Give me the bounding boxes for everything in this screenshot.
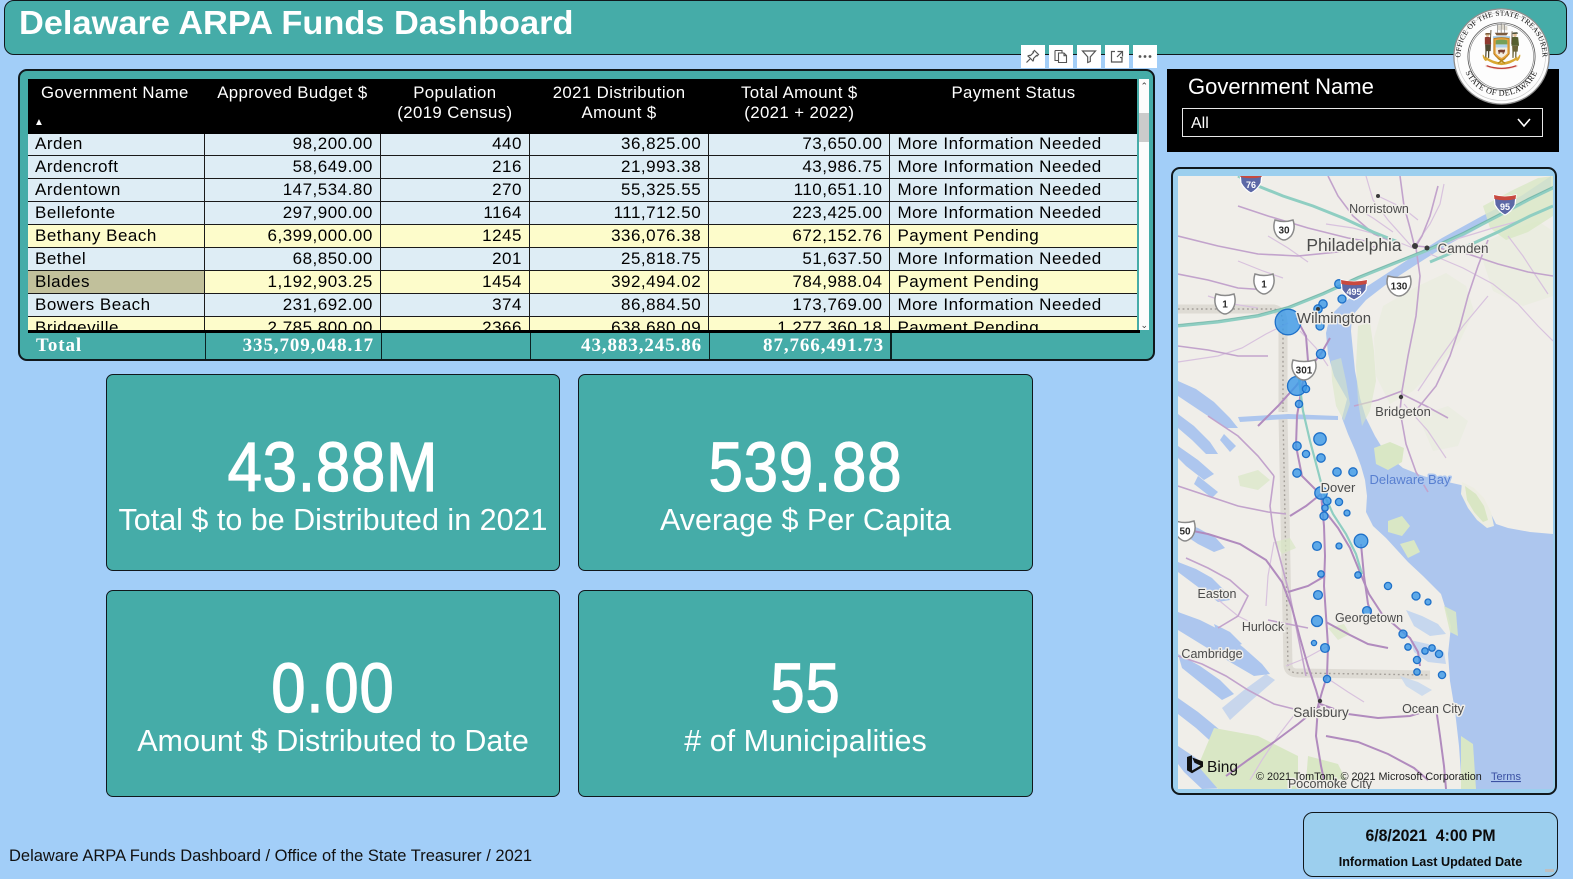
svg-text:Dover: Dover <box>1321 480 1356 495</box>
svg-text:Terms: Terms <box>1491 771 1521 783</box>
svg-text:495: 495 <box>1346 287 1361 297</box>
svg-text:Salisbury: Salisbury <box>1293 705 1349 720</box>
svg-text:30: 30 <box>1278 226 1290 237</box>
svg-text:Georgetown: Georgetown <box>1335 611 1403 625</box>
svg-text:50: 50 <box>1179 527 1191 538</box>
svg-text:Delaware Bay: Delaware Bay <box>1370 472 1451 487</box>
svg-text:Wilmington: Wilmington <box>1297 310 1371 327</box>
svg-text:130: 130 <box>1391 282 1408 293</box>
svg-text:Camden: Camden <box>1437 241 1488 256</box>
svg-text:Cambridge: Cambridge <box>1181 647 1242 661</box>
svg-text:Bridgeton: Bridgeton <box>1375 404 1431 419</box>
svg-text:Ocean City: Ocean City <box>1402 702 1465 716</box>
svg-text:76: 76 <box>1246 180 1256 190</box>
svg-text:301: 301 <box>1296 366 1313 377</box>
svg-text:Bing: Bing <box>1207 759 1238 776</box>
svg-text:1: 1 <box>1261 280 1267 291</box>
svg-text:Norristown: Norristown <box>1349 202 1409 216</box>
svg-text:95: 95 <box>1500 202 1510 212</box>
svg-text:Easton: Easton <box>1198 587 1237 601</box>
svg-text:© 2021 TomTom, © 2021 Microsof: © 2021 TomTom, © 2021 Microsoft Corporat… <box>1256 771 1482 783</box>
svg-text:Hurlock: Hurlock <box>1242 620 1285 634</box>
svg-text:Philadelphia: Philadelphia <box>1306 235 1402 255</box>
svg-text:1: 1 <box>1222 300 1228 311</box>
